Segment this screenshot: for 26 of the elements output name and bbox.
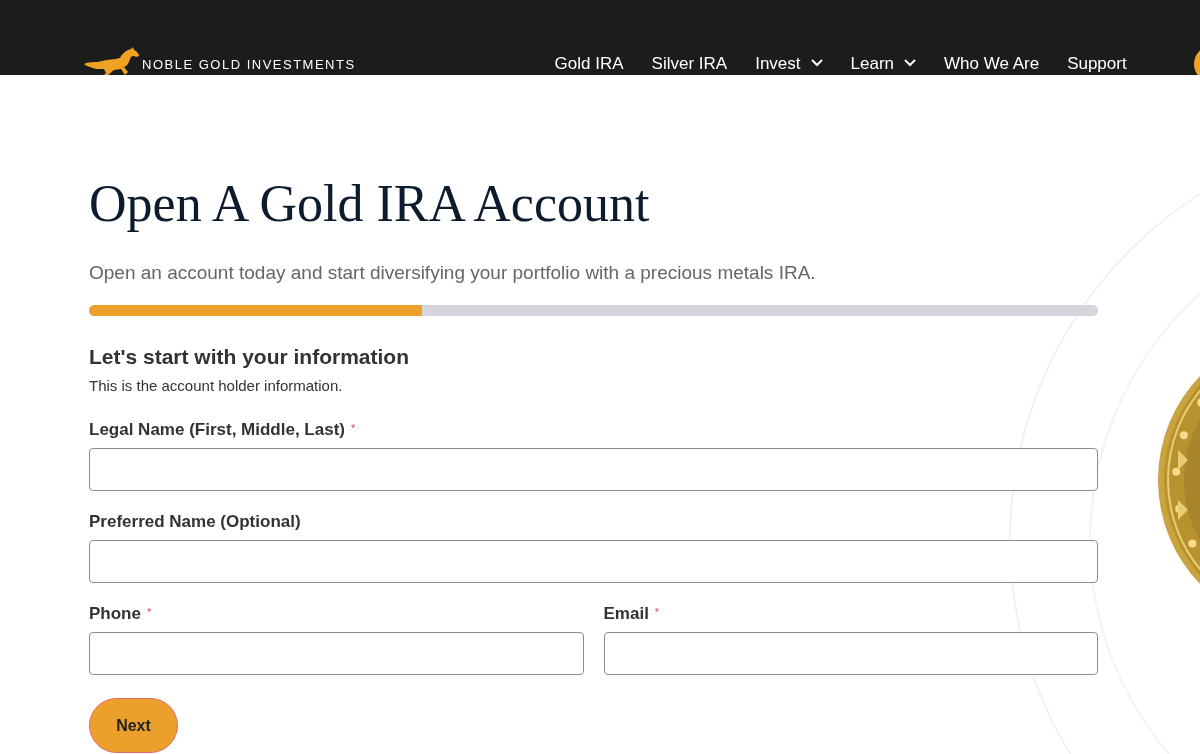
- horse-logo-icon: [84, 47, 140, 75]
- required-mark: *: [654, 605, 660, 620]
- section-heading: Let's start with your information: [89, 344, 410, 370]
- page-subtitle: Open an account today and start diversifying your portfolio with a precious metals IRA.: [89, 261, 817, 285]
- input-field[interactable]: [89, 448, 1098, 491]
- nav-link[interactable]: Invest: [755, 50, 823, 75]
- input-field[interactable]: [603, 632, 1098, 675]
- field-label: Phone: [89, 603, 141, 625]
- nav-link[interactable]: Learn: [850, 50, 916, 75]
- page-title: Open A Gold IRA Account: [89, 174, 651, 234]
- required-mark: *: [351, 421, 356, 436]
- field-label: Legal Name (First, Middle, Last): [89, 419, 345, 441]
- logo-text: NOBLE GOLD INVESTMENTS: [142, 55, 356, 74]
- chevron-down-icon: [810, 59, 823, 68]
- input-field[interactable]: [89, 540, 1098, 583]
- nav-link[interactable]: Support: [1067, 50, 1127, 75]
- nav-link[interactable]: Silver IRA: [651, 50, 728, 75]
- field-label: Preferred Name (Optional): [89, 511, 301, 533]
- required-mark: *: [146, 605, 152, 620]
- section-note: This is the account holder information.: [89, 376, 344, 396]
- field-label: Email: [603, 603, 649, 625]
- nav-link[interactable]: Gold IRA: [554, 50, 624, 75]
- input-field[interactable]: [89, 632, 584, 675]
- chevron-down-icon: [904, 59, 916, 68]
- next-button[interactable]: Next: [89, 698, 178, 753]
- nav-link[interactable]: Who We Are: [944, 50, 1040, 75]
